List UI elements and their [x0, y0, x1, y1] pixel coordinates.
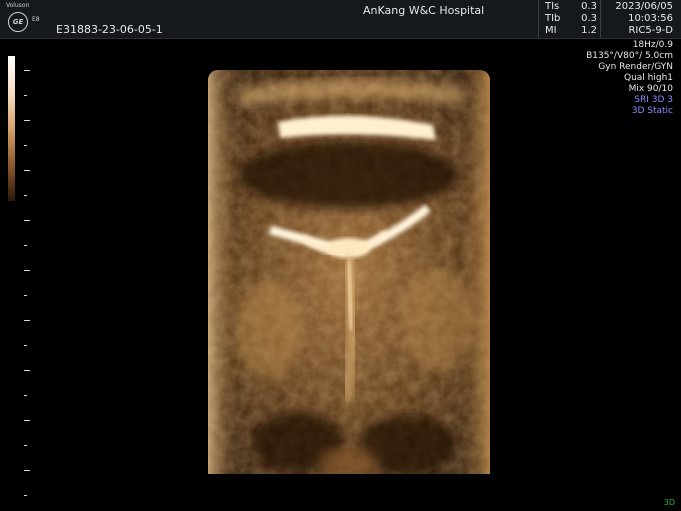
scale-tick	[24, 195, 27, 196]
mix-setting: Mix 90/10	[628, 84, 673, 94]
gray-map-bar	[8, 56, 15, 201]
sri-setting: SRI 3D 3	[634, 95, 673, 105]
scale-tick	[24, 120, 30, 121]
datetime-block: 2023/06/05 10:03:56 RIC5-9-D	[615, 1, 673, 37]
scale-tick	[24, 345, 27, 346]
scale-tick	[24, 95, 27, 96]
patient-id: E31883-23-06-05-1	[56, 23, 163, 36]
render-image	[208, 70, 490, 474]
hospital-name: AnKang W&C Hospital	[363, 4, 485, 17]
frame-rate: 18Hz/0.9	[632, 40, 673, 50]
param-row: MI 1.2	[545, 25, 597, 37]
exam-time: 10:03:56	[628, 13, 673, 24]
param-value: 0.3	[581, 1, 597, 12]
header-divider	[600, 0, 601, 38]
brand-logo: Voluson GE E8	[4, 2, 44, 36]
scale-tick	[24, 470, 30, 471]
param-label: TIb	[545, 13, 561, 24]
imaging-settings: 18Hz/0.9 B135°/V80°/ 5.0cm Gyn Render/GY…	[586, 40, 673, 117]
scale-tick	[24, 445, 27, 446]
scale-tick	[24, 220, 30, 221]
quality-setting: Qual high1	[623, 73, 673, 83]
param-row: TIs 0.3	[545, 1, 597, 13]
probe-name: RIC5-9-D	[628, 25, 673, 36]
ge-logo-icon: GE	[8, 12, 28, 32]
param-value: 1.2	[581, 25, 597, 36]
model-suffix: E8	[32, 16, 40, 23]
mode-indicator: 3D	[663, 498, 675, 507]
scale-tick	[24, 145, 27, 146]
scale-tick	[24, 70, 30, 71]
render-mode: Gyn Render/GYN	[598, 62, 673, 72]
depth-scale	[24, 70, 30, 500]
param-label: TIs	[545, 1, 560, 12]
param-row: TIb 0.3	[545, 13, 597, 25]
acoustic-params: TIs 0.3 TIb 0.3 MI 1.2	[545, 1, 597, 37]
scale-tick	[24, 420, 30, 421]
param-value: 0.3	[581, 13, 597, 24]
scale-tick	[24, 295, 27, 296]
scale-tick	[24, 320, 30, 321]
brand-text: Voluson	[6, 2, 30, 9]
ultrasound-render	[208, 70, 490, 474]
exam-date: 2023/06/05	[615, 1, 673, 12]
volume-angles: B135°/V80°/ 5.0cm	[586, 51, 673, 61]
static-mode: 3D Static	[631, 106, 673, 116]
scale-tick	[24, 270, 30, 271]
param-label: MI	[545, 25, 557, 36]
scale-tick	[24, 245, 27, 246]
header-divider	[538, 0, 539, 38]
scale-tick	[24, 170, 30, 171]
scale-tick	[24, 495, 27, 496]
ge-mark: GE	[12, 18, 24, 26]
scale-tick	[24, 370, 30, 371]
scale-tick	[24, 395, 27, 396]
header-bar: Voluson GE E8 E31883-23-06-05-1 AnKang W…	[0, 0, 681, 39]
